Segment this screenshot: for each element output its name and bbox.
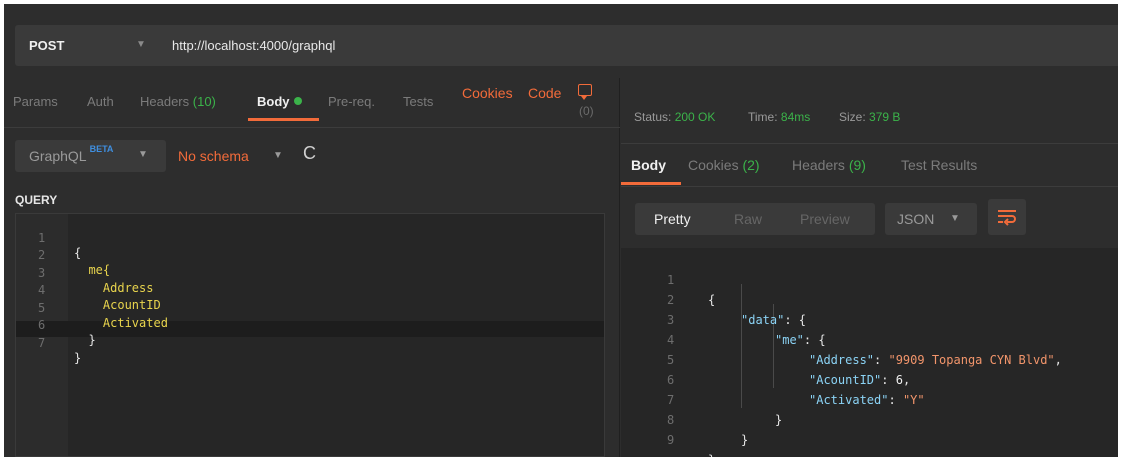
code-line: 3 Address xyxy=(16,251,604,295)
tab-body-label: Body xyxy=(257,94,290,109)
status-label: Status: xyxy=(634,110,672,124)
code-line: 4 AcountID xyxy=(16,268,604,312)
resp-tab-cookies[interactable]: Cookies (2) xyxy=(688,157,760,173)
tab-tests[interactable]: Tests xyxy=(403,94,433,109)
time-meta: Time: 84ms xyxy=(748,110,810,124)
request-url-bar: POST ▼ http://localhost:4000/graphql xyxy=(4,4,1118,78)
body-type-select[interactable]: GraphQL BETA ▼ xyxy=(15,140,166,172)
line-number: 9 xyxy=(667,433,675,447)
size-meta: Size: 379 B xyxy=(839,110,900,124)
request-pane: Params Auth Headers (10) Body Pre-req. T… xyxy=(4,78,620,457)
active-tab-underline xyxy=(248,118,319,121)
response-body-viewer[interactable]: 1 { 2 "data": { 3 "me": { 4 "Address": "… xyxy=(621,248,1118,457)
code-line: 6 } xyxy=(16,303,604,347)
code-line: 2 me{ xyxy=(16,233,604,277)
tab-params[interactable]: Params xyxy=(13,94,58,109)
method-select[interactable]: POST ▼ xyxy=(15,25,164,66)
json-close-brace: } xyxy=(708,450,715,457)
json-line: 8 } xyxy=(621,390,1118,447)
caret-down-icon: ▼ xyxy=(138,149,148,160)
status-meta: Status: 200 OK xyxy=(634,110,715,124)
status-value: 200 OK xyxy=(674,110,716,124)
code-line: 7 } xyxy=(16,321,604,365)
json-line: 5 "AcountID": 6, xyxy=(621,330,1118,387)
resp-tab-cookies-label: Cookies xyxy=(688,157,739,173)
active-tab-underline xyxy=(621,182,681,185)
tab-headers[interactable]: Headers (10) xyxy=(140,94,216,109)
time-label: Time: xyxy=(748,110,778,124)
json-line: 6 "Activated": "Y" xyxy=(621,350,1118,407)
response-pane: Status: 200 OK Time: 84ms Size: 379 B Bo… xyxy=(621,78,1118,457)
postman-window: POST ▼ http://localhost:4000/graphql Par… xyxy=(4,4,1118,457)
resp-tab-cookies-count: (2) xyxy=(742,157,760,173)
comment-icon[interactable] xyxy=(578,84,592,100)
code-link[interactable]: Code xyxy=(528,85,561,101)
size-value: 379 B xyxy=(869,110,901,124)
body-mode-bar: GraphQL BETA ▼ No schema ▼ C xyxy=(4,129,620,187)
tab-prereq[interactable]: Pre-req. xyxy=(328,94,375,109)
code-text: } xyxy=(74,351,82,365)
preview-button[interactable]: Preview xyxy=(800,211,850,227)
pretty-button[interactable]: Pretty xyxy=(654,211,691,227)
view-mode-group: Pretty Raw Preview xyxy=(635,203,875,235)
code-line: 1 { xyxy=(16,216,604,260)
caret-down-icon: ▼ xyxy=(136,39,146,50)
resp-tab-test-results[interactable]: Test Results xyxy=(901,157,977,173)
raw-button[interactable]: Raw xyxy=(734,211,762,227)
json-line: 3 "me": { xyxy=(621,290,1118,347)
json-line: 1 { xyxy=(621,250,1118,307)
format-select[interactable]: JSON ▼ xyxy=(885,203,977,235)
json-line: 9 } xyxy=(621,410,1118,457)
tab-body[interactable]: Body xyxy=(257,94,302,109)
json-line: 4 "Address": "9909 Topanga CYN Blvd", xyxy=(621,310,1118,367)
resp-tab-body[interactable]: Body xyxy=(631,157,666,173)
wrap-lines-icon xyxy=(998,210,1016,226)
resp-tab-headers-count: (9) xyxy=(848,157,866,173)
body-type-label: GraphQL xyxy=(29,148,87,164)
response-status-bar: Status: 200 OK Time: 84ms Size: 379 B xyxy=(621,78,1118,144)
cookies-link[interactable]: Cookies xyxy=(462,85,513,101)
url-input[interactable]: http://localhost:4000/graphql xyxy=(164,25,1118,66)
tab-auth[interactable]: Auth xyxy=(87,94,114,109)
json-line: 2 "data": { xyxy=(621,270,1118,327)
wrap-lines-button[interactable] xyxy=(988,199,1026,235)
caret-down-icon[interactable]: ▼ xyxy=(273,150,283,161)
format-label: JSON xyxy=(897,211,935,227)
resp-tab-headers-label: Headers xyxy=(792,157,845,173)
json-line: 7 } xyxy=(621,370,1118,427)
response-tabs: Body Cookies (2) Headers (9) Test Result… xyxy=(621,145,1118,187)
comments-count: (0) xyxy=(579,104,594,118)
schema-select[interactable]: No schema xyxy=(178,148,249,164)
tab-headers-label: Headers xyxy=(140,94,190,109)
tab-headers-count: (10) xyxy=(192,94,216,109)
code-line: 5 Activated xyxy=(16,286,604,330)
size-label: Size: xyxy=(839,110,866,124)
query-editor[interactable]: 1 { 2 me{ 3 Address 4 AcountID 5 Activat… xyxy=(15,213,605,457)
refresh-icon[interactable]: C xyxy=(303,143,316,164)
resp-tab-headers[interactable]: Headers (9) xyxy=(792,157,866,173)
beta-badge: BETA xyxy=(89,144,114,154)
json-close-brace: } xyxy=(741,433,749,447)
body-indicator-dot xyxy=(293,97,302,105)
line-number: 7 xyxy=(38,336,46,350)
time-value: 84ms xyxy=(780,110,811,124)
request-tabs: Params Auth Headers (10) Body Pre-req. T… xyxy=(4,78,620,128)
method-label: POST xyxy=(29,38,65,53)
query-label: QUERY xyxy=(15,193,58,207)
caret-down-icon: ▼ xyxy=(950,213,960,224)
